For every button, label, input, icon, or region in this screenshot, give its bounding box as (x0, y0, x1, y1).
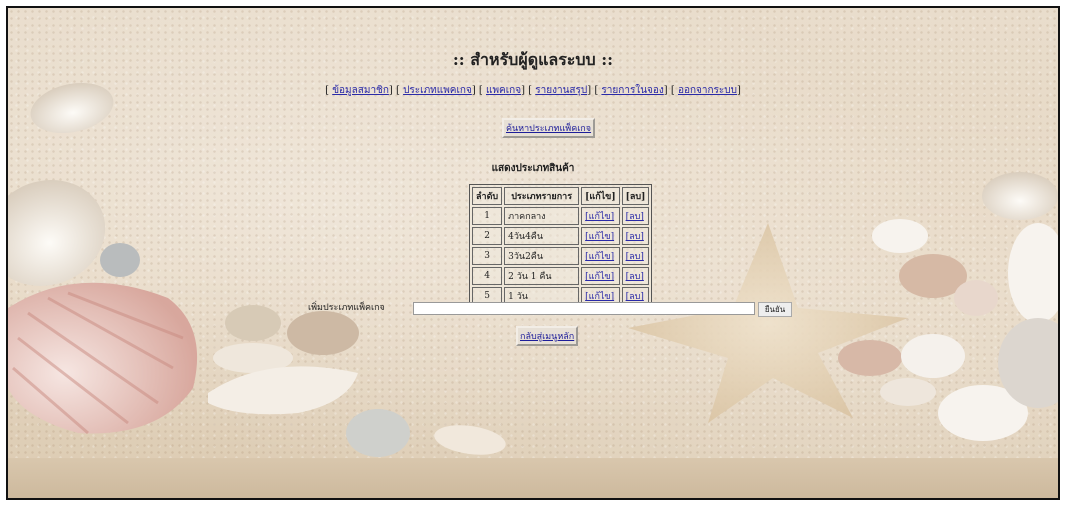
nav-menu: [ ข้อมูลสมาชิก] [ ประเภทแพคเกจ] [ แพคเกจ… (325, 85, 741, 96)
section-title: แสดงประเภทสินค้า (491, 163, 575, 174)
row-no: 4 (472, 267, 503, 285)
col-header-edit: [แก้ไข] (581, 187, 620, 205)
page-title: :: สำหรับผู้ดูแลระบบ :: (452, 50, 614, 69)
row-no: 1 (472, 207, 503, 225)
back-to-main-menu-button[interactable]: กลับสู่เมนูหลัก (516, 326, 579, 346)
nav-link-bookings[interactable]: รายการในจอง (601, 85, 663, 96)
table-row: 1 ภาคกลาง [แก้ไข] [ลบ] (472, 207, 650, 225)
nav-link-logout[interactable]: ออกจากระบบ (678, 85, 737, 96)
table-header-row: ลำดับ ประเภทรายการ [แก้ไข] [ลบ] (472, 187, 650, 205)
col-header-no: ลำดับ (472, 187, 503, 205)
row-name: 3วัน2คืน (504, 247, 580, 265)
table-row: 2 4วัน4คืน [แก้ไข] [ลบ] (472, 227, 650, 245)
col-header-delete: [ลบ] (621, 187, 650, 205)
row-name: ภาคกลาง (504, 207, 580, 225)
delete-link[interactable]: [ลบ] (626, 232, 644, 242)
edit-link[interactable]: [แก้ไข] (585, 292, 614, 302)
delete-link[interactable]: [ลบ] (626, 212, 644, 222)
table-row: 4 2 วัน 1 คืน [แก้ไข] [ลบ] (472, 267, 650, 285)
package-type-table: ลำดับ ประเภทรายการ [แก้ไข] [ลบ] 1 ภาคกลา… (469, 184, 653, 308)
delete-link[interactable]: [ลบ] (626, 292, 644, 302)
row-no: 2 (472, 227, 503, 245)
edit-link[interactable]: [แก้ไข] (585, 252, 614, 262)
confirm-button[interactable]: ยืนยัน (758, 302, 792, 317)
page-frame: :: สำหรับผู้ดูแลระบบ :: [ ข้อมูลสมาชิก] … (6, 6, 1060, 500)
delete-link[interactable]: [ลบ] (626, 272, 644, 282)
edit-link[interactable]: [แก้ไข] (585, 272, 614, 282)
delete-link[interactable]: [ลบ] (626, 252, 644, 262)
nav-link-members[interactable]: ข้อมูลสมาชิก (332, 85, 389, 96)
main-content: :: สำหรับผู้ดูแลระบบ :: [ ข้อมูลสมาชิก] … (8, 8, 1058, 498)
edit-link[interactable]: [แก้ไข] (585, 212, 614, 222)
row-name: 2 วัน 1 คืน (504, 267, 580, 285)
table-row: 3 3วัน2คืน [แก้ไข] [ลบ] (472, 247, 650, 265)
col-header-type: ประเภทรายการ (504, 187, 580, 205)
nav-link-packages[interactable]: แพคเกจ (486, 85, 521, 96)
add-package-type-label: เพิ่มประเภทแพ็คเกจ (308, 303, 385, 313)
row-name: 4วัน4คืน (504, 227, 580, 245)
add-package-type-input[interactable] (413, 302, 755, 315)
row-no: 3 (472, 247, 503, 265)
search-package-type-button[interactable]: ค้นหาประเภทแพ็คเกจ (502, 118, 596, 138)
nav-link-summary-report[interactable]: รายงานสรุป (535, 85, 587, 96)
nav-link-package-types[interactable]: ประเภทแพคเกจ (403, 85, 472, 96)
edit-link[interactable]: [แก้ไข] (585, 232, 614, 242)
